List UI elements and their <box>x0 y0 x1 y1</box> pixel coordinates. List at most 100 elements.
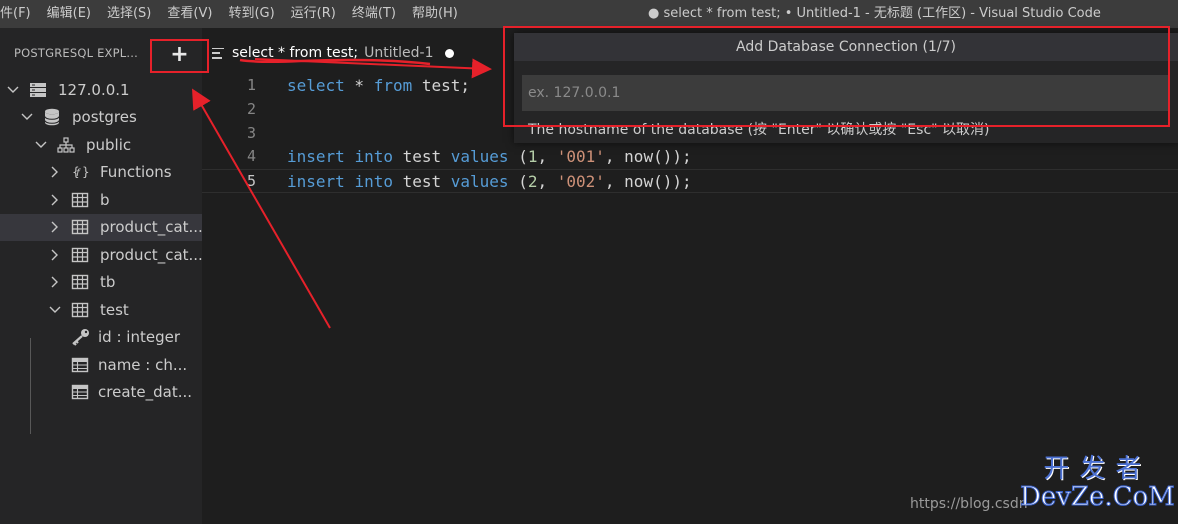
plus-icon: + <box>170 42 189 67</box>
code-token: select <box>287 76 345 95</box>
code-token: '001' <box>556 147 605 167</box>
code-token: , now()); <box>604 172 692 192</box>
watermark-logo: 开发者 DevZe.CoM <box>1020 454 1176 512</box>
chevron-down-icon[interactable] <box>6 83 20 97</box>
code-token: test; <box>412 76 471 95</box>
tree-item[interactable]: 127.0.0.1 <box>0 76 202 104</box>
code-token: , <box>537 172 557 192</box>
table-icon <box>70 191 90 209</box>
tree-item-label: product_cat... <box>100 245 202 264</box>
tree-item[interactable]: {f} Functions <box>0 159 202 187</box>
window-title: ● select * from test; • Untitled-1 - 无标题… <box>648 6 1101 21</box>
tree-item[interactable]: postgres <box>0 104 202 132</box>
chevron-down-icon[interactable] <box>20 110 34 124</box>
tab-title: select * from test; <box>232 45 359 61</box>
line-number: 3 <box>246 123 256 142</box>
code-token: , <box>537 147 557 167</box>
watermark-logo-en: DevZe.CoM <box>1020 482 1176 512</box>
code-line[interactable]: 4 insert into test values (1, '001', now(… <box>202 145 1178 169</box>
menu-run[interactable]: 运行(R) <box>283 0 344 28</box>
code-token: , now()); <box>604 147 692 167</box>
svg-text:f: f <box>76 168 81 179</box>
chevron-right-icon[interactable] <box>48 248 62 262</box>
chevron-down-icon[interactable] <box>48 303 62 317</box>
code-token: test <box>392 172 451 192</box>
menu-file[interactable]: 件(F) <box>0 0 39 28</box>
menu-bar: 件(F) 编辑(E) 选择(S) 查看(V) 转到(G) 运行(R) 终端(T)… <box>0 0 1178 28</box>
column-icon <box>70 356 90 374</box>
code-token: values <box>450 172 509 192</box>
menu-selection[interactable]: 选择(S) <box>99 0 159 28</box>
tree-item[interactable]: b <box>0 186 202 214</box>
tree-item-label: Functions <box>100 163 172 182</box>
tree-item-label: name : ch... <box>98 355 188 374</box>
table-icon <box>70 273 90 291</box>
watermark-logo-cn: 开发者 <box>1043 454 1152 484</box>
code-text: insert into test values (2, '002', now()… <box>287 170 692 194</box>
menu-items: 件(F) 编辑(E) 选择(S) 查看(V) 转到(G) 运行(R) 终端(T)… <box>0 0 466 28</box>
line-number: 4 <box>246 147 256 166</box>
tree-item[interactable]: test <box>0 296 202 324</box>
code-token: insert <box>287 147 345 167</box>
tree-item-label: product_cat... <box>100 218 202 237</box>
code-token: '002' <box>556 172 605 192</box>
table-icon <box>70 246 90 264</box>
code-text: insert into test values (1, '001', now()… <box>287 145 692 169</box>
database-icon <box>42 108 62 126</box>
tree-item[interactable]: product_cat... <box>0 241 202 269</box>
code-token: from <box>373 76 413 95</box>
annotation-highlight-box <box>503 26 1170 127</box>
code-token: insert <box>287 172 345 192</box>
tree-item-label: tb <box>100 273 116 292</box>
tree-item-label: id : integer <box>98 328 180 347</box>
tree-item[interactable]: tb <box>0 269 202 297</box>
code-text: select * from test; <box>287 74 470 98</box>
code-token: into <box>354 147 393 167</box>
column-icon <box>70 383 90 401</box>
menu-terminal[interactable]: 终端(T) <box>344 0 404 28</box>
tree-item-label: 127.0.0.1 <box>58 80 130 99</box>
menu-view[interactable]: 查看(V) <box>159 0 220 28</box>
chevron-right-icon[interactable] <box>48 275 62 289</box>
tree-item-label: create_dat... <box>98 383 193 402</box>
tree-item-label: b <box>100 190 110 209</box>
code-token: ( <box>508 147 528 167</box>
chevron-right-icon[interactable] <box>48 193 62 207</box>
sidebar-header: POSTGRESQL EXPL... + <box>0 28 209 78</box>
svg-text:}: } <box>82 165 89 179</box>
line-number: 2 <box>246 99 256 118</box>
table-icon <box>70 301 90 319</box>
file-lines-icon <box>212 47 224 59</box>
tree-item[interactable]: product_cat... <box>0 213 202 241</box>
tree-item[interactable]: public <box>0 131 202 159</box>
watermark-url: https://blog.csdn <box>910 496 1028 512</box>
code-token: values <box>450 147 509 167</box>
schema-icon <box>56 136 76 154</box>
unsaved-dot-icon[interactable] <box>445 48 455 58</box>
menu-help[interactable]: 帮助(H) <box>404 0 466 28</box>
add-connection-button[interactable]: + <box>150 39 209 73</box>
chevron-down-icon[interactable] <box>34 138 48 152</box>
tree-item-label: test <box>100 300 129 319</box>
explorer-sidebar: POSTGRESQL EXPL... + 127.0.0.1 postgres pu… <box>0 28 209 524</box>
tree-indent-guide <box>30 338 31 434</box>
menu-go[interactable]: 转到(G) <box>220 0 282 28</box>
sidebar-title: POSTGRESQL EXPL... <box>14 46 138 60</box>
editor-tab[interactable]: select * from test; Untitled-1 <box>212 38 455 68</box>
line-number: 1 <box>246 76 256 94</box>
chevron-right-icon[interactable] <box>48 165 62 179</box>
menu-edit[interactable]: 编辑(E) <box>39 0 99 28</box>
server-icon <box>28 81 48 99</box>
line-number: 5 <box>246 172 256 191</box>
table-icon <box>70 218 90 236</box>
key-icon <box>70 328 90 347</box>
chevron-right-icon[interactable] <box>48 220 62 234</box>
function-icon: {f} <box>70 163 90 181</box>
code-token: into <box>354 172 393 192</box>
code-token: * <box>344 76 374 95</box>
code-line[interactable]: 5 insert into test values (2, '002', now(… <box>202 169 1178 193</box>
code-token: test <box>392 147 451 167</box>
code-token: ( <box>508 172 528 192</box>
